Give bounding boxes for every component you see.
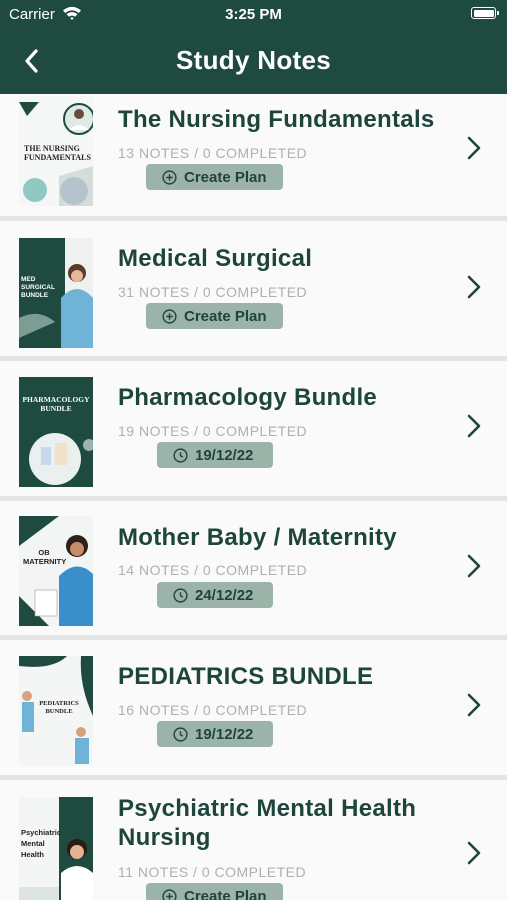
create-plan-label: Create Plan <box>184 887 267 900</box>
chevron-right-icon[interactable] <box>463 134 483 162</box>
cover-text: OB MATERNITY <box>23 548 67 566</box>
nav-bar: Study Notes <box>0 44 507 78</box>
card-meta: 11 NOTES / 0 COMPLETED <box>118 864 307 880</box>
card-title: The Nursing Fundamentals <box>118 106 435 133</box>
create-plan-button[interactable]: Create Plan <box>146 303 283 329</box>
plan-date: 19/12/22 <box>195 725 254 743</box>
plus-circle-icon <box>162 169 177 185</box>
battery-icon <box>471 7 499 19</box>
cover-image: MED SURGICAL BUNDLE <box>19 238 93 348</box>
chevron-right-icon[interactable] <box>463 552 483 580</box>
back-button[interactable] <box>14 44 48 78</box>
list-item[interactable]: PHARMACOLOGY BUNDLE Pharmacology Bundle … <box>0 361 507 501</box>
list-item[interactable]: PEDIATRICS BUNDLE PEDIATRICS BUNDLE 16 N… <box>0 640 507 780</box>
list-item[interactable]: OB MATERNITY Mother Baby / Maternity 14 … <box>0 501 507 640</box>
chevron-right-icon[interactable] <box>463 273 483 301</box>
card-meta: 13 NOTES / 0 COMPLETED <box>118 145 308 161</box>
cover-image: THE NURSING FUNDAMENTALS <box>19 96 93 206</box>
cover-text: PEDIATRICS BUNDLE <box>39 700 79 715</box>
cover-image: OB MATERNITY <box>19 516 93 626</box>
cover-text: MED SURGICAL BUNDLE <box>21 276 55 299</box>
card-meta: 31 NOTES / 0 COMPLETED <box>118 284 308 300</box>
card-meta: 19 NOTES / 0 COMPLETED <box>118 423 308 439</box>
chevron-right-icon[interactable] <box>463 839 483 867</box>
list-item[interactable]: MED SURGICAL BUNDLE Medical Surgical 31 … <box>0 221 507 361</box>
clock-icon <box>173 587 188 603</box>
plan-date: 19/12/22 <box>195 446 254 464</box>
page-title: Study Notes <box>176 45 331 75</box>
clock-icon <box>173 726 188 742</box>
cover-image: PHARMACOLOGY BUNDLE <box>19 377 93 487</box>
plus-circle-icon <box>162 308 177 324</box>
cover-text: PHARMACOLOGY BUNDLE <box>22 395 90 413</box>
chevron-right-icon[interactable] <box>463 691 483 719</box>
status-bar: Carrier 3:25 PM <box>0 0 507 28</box>
cover-text: THE NURSING FUNDAMENTALS <box>24 144 91 162</box>
plan-date: 24/12/22 <box>195 586 254 604</box>
card-title: Psychiatric Mental Health Nursing <box>118 795 417 851</box>
chevron-left-icon <box>25 49 38 73</box>
clock-icon <box>173 447 188 463</box>
list-item[interactable]: Psychiatric Mental Health Psychiatric Me… <box>0 780 507 900</box>
create-plan-label: Create Plan <box>184 307 267 325</box>
create-plan-label: Create Plan <box>184 168 267 186</box>
cover-image: Psychiatric Mental Health <box>19 797 93 900</box>
app-header: Carrier 3:25 PM Study Notes <box>0 0 507 94</box>
notes-list[interactable]: THE NURSING FUNDAMENTALS The Nursing Fun… <box>0 94 507 900</box>
card-title: Pharmacology Bundle <box>118 384 378 411</box>
chevron-right-icon[interactable] <box>463 412 483 440</box>
list-item[interactable]: THE NURSING FUNDAMENTALS The Nursing Fun… <box>0 94 507 221</box>
plan-date-badge[interactable]: 24/12/22 <box>157 582 273 608</box>
cover-text: Psychiatric Mental Health <box>21 828 62 859</box>
plan-date-badge[interactable]: 19/12/22 <box>157 442 273 468</box>
plan-date-badge[interactable]: 19/12/22 <box>157 721 273 747</box>
create-plan-button[interactable]: Create Plan <box>146 164 283 190</box>
card-meta: 16 NOTES / 0 COMPLETED <box>118 702 308 718</box>
card-title: Medical Surgical <box>118 245 313 272</box>
cover-image: PEDIATRICS BUNDLE <box>19 656 93 766</box>
card-title: PEDIATRICS BUNDLE <box>118 663 374 690</box>
card-title: Mother Baby / Maternity <box>118 524 397 551</box>
create-plan-button[interactable]: Create Plan <box>146 883 283 900</box>
status-time: 3:25 PM <box>225 6 282 23</box>
plus-circle-icon <box>162 888 177 900</box>
card-meta: 14 NOTES / 0 COMPLETED <box>118 562 308 578</box>
